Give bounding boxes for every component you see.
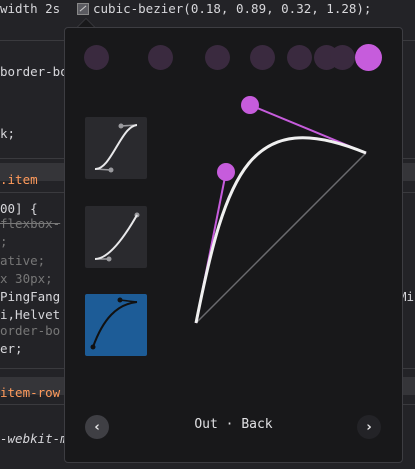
control-point-p2[interactable] xyxy=(241,96,259,114)
chevron-right-icon: › xyxy=(366,419,372,435)
control-point-p1[interactable] xyxy=(217,163,235,181)
next-preset-button[interactable]: › xyxy=(357,415,381,439)
preset-label: Out · Back xyxy=(194,417,273,432)
bezier-curve-editor xyxy=(194,104,367,324)
